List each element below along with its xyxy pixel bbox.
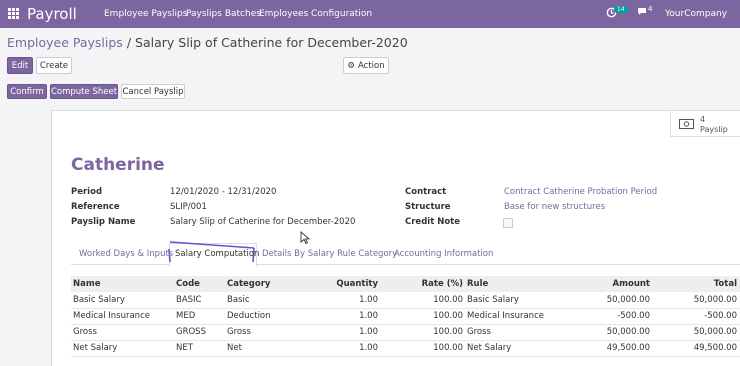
row-2-total: -500.00 [704, 311, 737, 321]
row-divider [71, 308, 740, 309]
row-4-rule: Net Salary [467, 343, 512, 353]
row-1-category: Basic [227, 295, 250, 305]
row-1-amount: 50,000.00 [606, 295, 650, 305]
payslip-label: Payslip [700, 125, 728, 134]
breadcrumb-current: Salary Slip of Catherine for December-20… [135, 35, 408, 50]
payslip-smart-button[interactable]: 4 Payslip [670, 110, 740, 137]
col-amount[interactable]: Amount [570, 279, 650, 289]
tab-accounting-information[interactable]: Accounting Information [394, 249, 493, 259]
tab-salary-computation[interactable]: Salary Computation [175, 249, 259, 259]
gear-icon: ⚙ [347, 60, 355, 71]
row-1-rate: 100.00 [433, 295, 463, 305]
period-label: Period [71, 187, 103, 197]
compute-sheet-button[interactable]: Compute Sheet [50, 84, 118, 99]
col-category[interactable]: Category [227, 279, 270, 289]
payslip-name-value: Salary Slip of Catherine for December-20… [170, 217, 356, 227]
row-3-category: Gross [227, 327, 251, 337]
chat-icon[interactable] [637, 7, 648, 20]
row-4-category: Net [227, 343, 242, 353]
col-rate[interactable]: Rate (%) [390, 279, 463, 289]
structure-link[interactable]: Base for new structures [504, 202, 605, 212]
mouse-cursor-icon [300, 231, 310, 245]
structure-label: Structure [405, 202, 451, 212]
col-total[interactable]: Total [660, 279, 737, 289]
edit-button[interactable]: Edit [7, 57, 33, 74]
row-2-amount: -500.00 [617, 311, 650, 321]
period-value: 12/01/2020 - 12/31/2020 [170, 187, 277, 197]
row-2-category: Deduction [227, 311, 271, 321]
row-1-quantity: 1.00 [359, 295, 378, 305]
contract-link[interactable]: Contract Catherine Probation Period [504, 187, 657, 197]
top-navbar: Payroll Employee Payslips Payslips Batch… [0, 0, 740, 28]
row-3-total: 50,000.00 [693, 327, 737, 337]
menu-payslips-batches[interactable]: Payslips Batches [186, 9, 261, 19]
employee-name: Catherine [71, 155, 165, 175]
row-3-amount: 50,000.00 [606, 327, 650, 337]
row-2-name: Medical Insurance [73, 311, 150, 321]
row-4-name: Net Salary [73, 343, 118, 353]
create-button[interactable]: Create [36, 57, 72, 74]
cancel-payslip-button[interactable]: Cancel Payslip [121, 84, 185, 99]
col-rule[interactable]: Rule [467, 279, 488, 289]
app-name[interactable]: Payroll [27, 5, 77, 23]
row-4-amount: 49,500.00 [606, 343, 650, 353]
credit-note-checkbox[interactable] [503, 218, 513, 228]
row-1-total: 50,000.00 [693, 295, 737, 305]
row-divider [71, 340, 740, 341]
menu-configuration[interactable]: Configuration [311, 9, 372, 19]
menu-employees[interactable]: Employees [259, 9, 308, 19]
money-icon [679, 119, 694, 129]
row-1-name: Basic Salary [73, 295, 125, 305]
reference-label: Reference [71, 202, 120, 212]
tab-details-by-category[interactable]: Details By Salary Rule Category [262, 249, 397, 259]
row-3-quantity: 1.00 [359, 327, 378, 337]
col-code[interactable]: Code [176, 279, 200, 289]
row-3-rule: Gross [467, 327, 491, 337]
action-label: Action [358, 60, 385, 71]
payslip-name-label: Payslip Name [71, 217, 136, 227]
contract-label: Contract [405, 187, 447, 197]
row-divider [71, 356, 740, 357]
breadcrumb-separator: / [126, 35, 132, 50]
tab-worked-days[interactable]: Worked Days & Inputs [79, 249, 173, 259]
col-name[interactable]: Name [73, 279, 100, 289]
company-switcher[interactable]: YourCompany [665, 9, 727, 19]
action-button[interactable]: ⚙ Action [343, 57, 389, 74]
apps-grid-icon[interactable] [8, 8, 20, 20]
reference-value: SLIP/001 [170, 202, 207, 212]
confirm-button[interactable]: Confirm [7, 84, 47, 99]
row-2-rate: 100.00 [433, 311, 463, 321]
row-2-code: MED [176, 311, 196, 321]
row-3-code: GROSS [176, 327, 206, 337]
row-1-rule: Basic Salary [467, 295, 519, 305]
payslip-count: 4 [700, 115, 706, 124]
row-1-code: BASIC [176, 295, 202, 305]
breadcrumb: Employee Payslips / Salary Slip of Cathe… [7, 35, 408, 50]
message-count: 4 [648, 5, 653, 13]
col-quantity[interactable]: Quantity [300, 279, 378, 289]
row-4-rate: 100.00 [433, 343, 463, 353]
row-3-rate: 100.00 [433, 327, 463, 337]
credit-note-label: Credit Note [405, 217, 460, 227]
row-4-total: 49,500.00 [693, 343, 737, 353]
row-4-quantity: 1.00 [359, 343, 378, 353]
row-4-code: NET [176, 343, 193, 353]
row-divider [71, 324, 740, 325]
activity-count-badge: 14 [614, 6, 628, 13]
breadcrumb-parent[interactable]: Employee Payslips [7, 35, 123, 50]
row-2-rule: Medical Insurance [467, 311, 544, 321]
row-2-quantity: 1.00 [359, 311, 378, 321]
row-3-name: Gross [73, 327, 97, 337]
menu-employee-payslips[interactable]: Employee Payslips [104, 9, 187, 19]
